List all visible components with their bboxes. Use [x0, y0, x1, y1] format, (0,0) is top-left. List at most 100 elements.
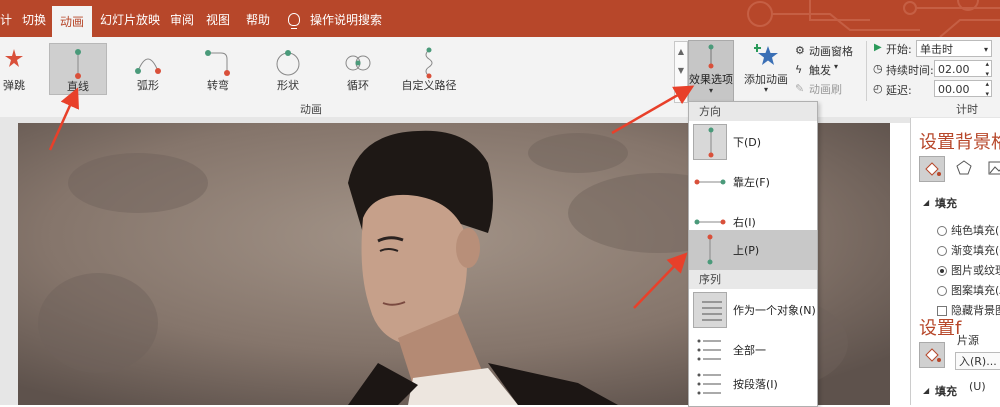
- chevron-down-icon: ▾: [708, 86, 713, 95]
- tab-view[interactable]: 视图: [206, 0, 230, 37]
- brush-icon: ✎: [795, 82, 805, 95]
- path-left-icon: [693, 164, 727, 200]
- animation-painter-button[interactable]: 动画刷: [809, 81, 842, 97]
- picture-icon[interactable]: [987, 159, 1000, 177]
- fill-section-label: 填充: [935, 385, 957, 398]
- menu-item-label: 上(P): [733, 244, 760, 257]
- animation-loop[interactable]: 循环: [330, 43, 386, 93]
- menu-item-up[interactable]: 上(P): [689, 230, 817, 270]
- radio-gradient-fill[interactable]: [937, 246, 947, 256]
- play-icon: ▶: [874, 42, 882, 53]
- insert-button[interactable]: 入(R)...: [955, 352, 1000, 370]
- paragraph-lines-icon: [693, 366, 727, 402]
- animation-bounce[interactable]: 弹跳: [0, 43, 42, 93]
- help-search[interactable]: 操作说明搜索: [310, 0, 382, 37]
- animation-label: 自定义路径: [401, 79, 457, 92]
- lightning-icon: ϟ: [795, 63, 803, 76]
- clock-icon: ◷: [873, 62, 883, 75]
- group-label-animation: 动画: [300, 103, 322, 116]
- tab-transitions[interactable]: 切换: [22, 0, 46, 37]
- menu-item-label: 作为一个对象(N): [733, 304, 816, 317]
- custom-path-icon: [425, 47, 433, 79]
- menu-item-label: 靠左(F): [733, 176, 770, 189]
- path-up-icon: [693, 232, 727, 268]
- pentagon-icon[interactable]: [955, 159, 973, 177]
- fill-bucket-icon[interactable]: [919, 156, 945, 182]
- option-label: 渐变填充(G: [951, 244, 1000, 257]
- group-label-timing: 计时: [956, 103, 978, 116]
- direction-header: 方向: [689, 102, 817, 121]
- radio-picture-fill[interactable]: [937, 266, 947, 276]
- effect-options-label: 效果选项: [689, 73, 733, 86]
- menu-item-label: 按段落(I): [733, 378, 778, 391]
- collapse-triangle-icon[interactable]: ◢: [923, 386, 929, 395]
- tab-design[interactable]: 计: [0, 0, 12, 37]
- duration-label: 持续时间:: [886, 64, 934, 77]
- tab-slideshow[interactable]: 幻灯片放映: [100, 0, 160, 37]
- tab-animations[interactable]: 动画: [52, 6, 93, 37]
- loop-path-icon: [345, 55, 371, 71]
- lines-icon: [693, 292, 727, 328]
- animation-shape[interactable]: 形状: [260, 43, 316, 93]
- fill-bucket-icon[interactable]: [919, 342, 945, 368]
- sequence-header: 序列: [689, 270, 817, 289]
- effect-options-menu: 方向 下(D) 靠左(F) 右(I) 上(P) 序列 作为一个对象(N) 全部一…: [688, 101, 818, 407]
- path-down-icon: [693, 124, 727, 160]
- chevron-down-icon: ▾: [764, 85, 769, 94]
- animation-label: 形状: [277, 79, 299, 92]
- add-star-icon: [754, 44, 778, 65]
- tab-help[interactable]: 帮助: [246, 0, 270, 37]
- line-path-icon: [708, 44, 714, 69]
- menu-item-label: 右(I): [733, 216, 756, 229]
- start-label: 开始:: [886, 43, 912, 56]
- trigger-button[interactable]: 触发: [809, 62, 831, 78]
- start-value: 单击时: [920, 43, 953, 56]
- radio-pattern-fill[interactable]: [937, 286, 947, 296]
- collapse-triangle-icon[interactable]: ◢: [923, 198, 929, 207]
- gallery-scroll-buttons[interactable]: ▲ ▼ ▾: [674, 41, 688, 103]
- animation-arc[interactable]: 弧形: [120, 43, 176, 93]
- spinner-icon[interactable]: ▴ ▾: [985, 79, 989, 99]
- spinner-icon[interactable]: ▴ ▾: [985, 59, 989, 79]
- panel-title: 设置背景格: [919, 132, 1000, 153]
- picture-source-label: 片源: [957, 334, 979, 347]
- add-animation-button[interactable]: 添加动画 ▾: [744, 40, 790, 100]
- lightbulb-icon: [288, 13, 300, 29]
- u-label: (U): [969, 380, 986, 393]
- animation-pane-icon: ⚙: [795, 44, 805, 57]
- turn-path-icon: [205, 50, 230, 76]
- animation-label: 循环: [347, 79, 369, 92]
- chevron-down-icon: ▾: [983, 45, 988, 54]
- duration-value: 02.00: [938, 63, 970, 76]
- chevron-down-icon: ▾: [834, 62, 839, 71]
- separator: [866, 41, 867, 101]
- animation-label: 直线: [67, 80, 89, 93]
- bullet-lines-icon: [693, 332, 727, 368]
- line-path-icon: [75, 49, 81, 79]
- menu-item-down[interactable]: 下(D): [689, 122, 817, 162]
- menu-item-by-paragraph[interactable]: 按段落(I): [689, 364, 817, 404]
- animation-turn[interactable]: 转弯: [190, 43, 246, 93]
- menu-item-as-one-object[interactable]: 作为一个对象(N): [689, 290, 817, 330]
- animation-custom-path[interactable]: 自定义路径: [398, 43, 460, 93]
- duration-field[interactable]: 02.00 ▴ ▾: [934, 59, 992, 79]
- bounce-star-icon: [5, 49, 23, 67]
- effect-options-button[interactable]: 效果选项 ▾: [688, 40, 734, 102]
- radio-solid-fill[interactable]: [937, 226, 947, 236]
- animation-pane-button[interactable]: 动画窗格: [809, 43, 853, 59]
- option-label: 纯色填充(S: [951, 224, 1000, 237]
- delay-icon: ◴: [873, 82, 883, 95]
- option-label: 图片或纹理: [951, 264, 1000, 277]
- delay-label: 延迟:: [886, 84, 912, 97]
- delay-field[interactable]: 00.00 ▴ ▾: [934, 79, 992, 99]
- menu-item-left[interactable]: 靠左(F): [689, 162, 817, 202]
- animation-line[interactable]: 直线: [49, 43, 107, 95]
- arc-path-icon: [135, 58, 161, 74]
- tab-review[interactable]: 审阅: [170, 0, 194, 37]
- start-select[interactable]: 单击时 ▾: [916, 40, 992, 57]
- fill-section-label: 填充: [935, 197, 957, 210]
- menu-item-label: 全部一: [733, 344, 766, 357]
- option-label: 图案填充(A: [951, 284, 1000, 297]
- animation-label: 转弯: [207, 79, 229, 92]
- delay-value: 00.00: [938, 83, 970, 96]
